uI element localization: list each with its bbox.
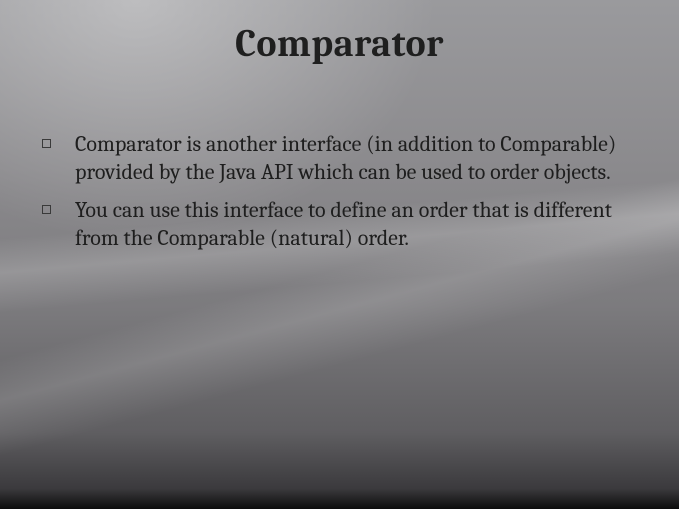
list-item-text: Comparator is another interface (in addi… [75, 130, 635, 186]
list-item: You can use this interface to define an … [42, 196, 635, 252]
square-bullet-icon [42, 139, 51, 148]
list-item-text: You can use this interface to define an … [75, 196, 635, 252]
slide-title: Comparator [0, 22, 679, 66]
slide: Comparator Comparator is another interfa… [0, 0, 679, 509]
square-bullet-icon [42, 205, 51, 214]
list-item: Comparator is another interface (in addi… [42, 130, 635, 186]
slide-body: Comparator is another interface (in addi… [42, 130, 635, 263]
